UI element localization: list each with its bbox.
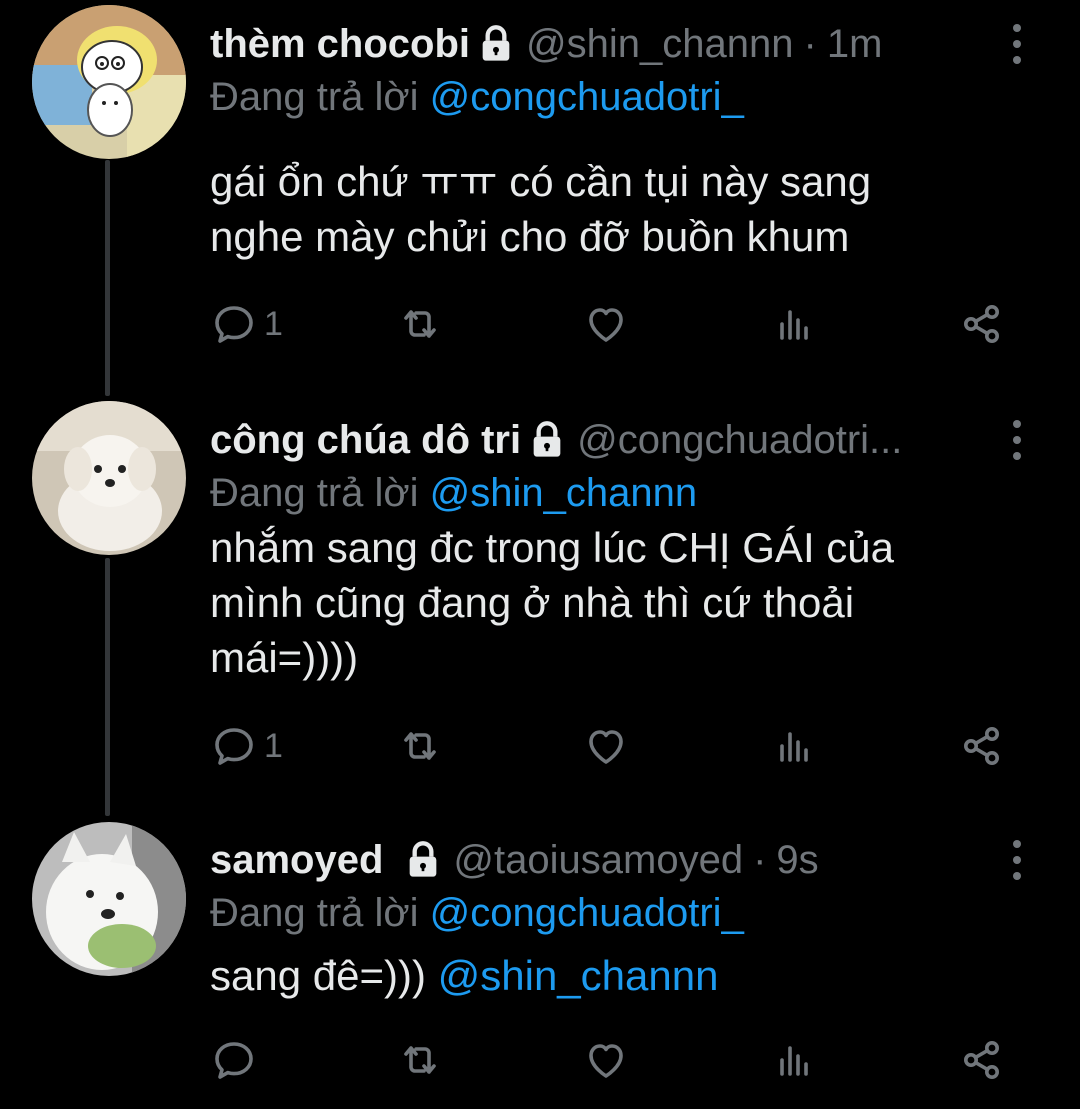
tweet-header: samoyed @taoiusamoyed · 9s — [210, 834, 819, 886]
tweet-header: công chúa dô tri @congchuadotri... — [210, 414, 902, 466]
tweet[interactable]: công chúa dô tri @congchuadotri... Đang … — [0, 396, 1080, 816]
lock-icon — [527, 420, 567, 460]
more-icon[interactable] — [1005, 22, 1029, 66]
separator-dot: · — [753, 838, 767, 882]
lock-icon — [403, 840, 443, 880]
like-button[interactable] — [582, 294, 630, 354]
display-name[interactable]: công chúa dô tri — [210, 414, 521, 466]
like-button[interactable] — [582, 716, 630, 776]
reply-to-mention[interactable]: @shin_channn — [430, 471, 697, 515]
share-icon — [958, 300, 1006, 348]
reply-icon — [210, 1036, 258, 1084]
like-icon — [582, 1036, 630, 1084]
reply-to-mention[interactable]: @congchuadotri_ — [430, 891, 744, 935]
share-button[interactable] — [958, 294, 1006, 354]
reply-icon — [210, 300, 258, 348]
action-bar: 1 — [210, 716, 1010, 776]
retweet-button[interactable] — [396, 294, 444, 354]
tweet-text-line: mái=)))) — [210, 634, 359, 681]
tweet-text: sang đê=))) @shin_channn — [210, 948, 1030, 1003]
handle[interactable]: @shin_channn — [526, 18, 793, 70]
action-bar — [210, 1030, 1010, 1090]
reply-count: 1 — [264, 304, 283, 343]
views-button[interactable] — [770, 1030, 818, 1090]
retweet-button[interactable] — [396, 1030, 444, 1090]
views-icon — [770, 1036, 818, 1084]
tweet-text-content: sang đê=))) — [210, 952, 426, 999]
reply-icon — [210, 722, 258, 770]
retweet-icon — [396, 722, 444, 770]
reply-context: Đang trả lời @shin_channn — [210, 467, 697, 519]
tweet-text-line: mình cũng đang ở nhà thì cứ thoải — [210, 579, 855, 626]
avatar[interactable] — [32, 401, 186, 555]
reply-to-mention[interactable]: @congchuadotri_ — [430, 75, 744, 119]
views-button[interactable] — [770, 294, 818, 354]
tweet-text-line: gái ổn chứ ㅠㅠ có cần tụi này sang — [210, 158, 872, 205]
tweet-header: thèm chocobi @shin_channn · 1m — [210, 18, 882, 70]
share-button[interactable] — [958, 1030, 1006, 1090]
share-button[interactable] — [958, 716, 1006, 776]
tweet-text-line: nhắm sang đc trong lúc CHỊ GÁI của — [210, 524, 894, 571]
like-button[interactable] — [582, 1030, 630, 1090]
views-icon — [770, 300, 818, 348]
timestamp[interactable]: 9s — [776, 834, 818, 886]
action-bar: 1 — [210, 294, 1010, 354]
body-mention[interactable]: @shin_channn — [438, 952, 719, 999]
retweet-icon — [396, 300, 444, 348]
more-icon[interactable] — [1005, 418, 1029, 462]
timestamp[interactable]: 1m — [827, 18, 883, 70]
tweet-text-line: sang đê=))) @shin_channn — [210, 948, 1030, 1003]
like-icon — [582, 722, 630, 770]
display-name[interactable]: samoyed — [210, 834, 383, 886]
reply-button[interactable]: 1 — [210, 294, 283, 354]
display-name[interactable]: thèm chocobi — [210, 18, 470, 70]
tweet-text: gái ổn chứ ㅠㅠ có cần tụi này sang nghe m… — [210, 154, 1030, 264]
lock-icon — [476, 24, 516, 64]
handle[interactable]: @congchuadotri... — [577, 414, 902, 466]
reply-button[interactable] — [210, 1030, 264, 1090]
more-icon[interactable] — [1005, 838, 1029, 882]
reply-prefix: Đang trả lời — [210, 75, 419, 119]
avatar[interactable] — [32, 822, 186, 976]
share-icon — [958, 1036, 1006, 1084]
reply-context: Đang trả lời @congchuadotri_ — [210, 71, 744, 123]
views-icon — [770, 722, 818, 770]
views-button[interactable] — [770, 716, 818, 776]
tweet-text: nhắm sang đc trong lúc CHỊ GÁI của mình … — [210, 520, 1030, 685]
reply-context: Đang trả lời @congchuadotri_ — [210, 887, 744, 939]
retweet-icon — [396, 1036, 444, 1084]
tweet[interactable]: samoyed @taoiusamoyed · 9s Đang trả lời … — [0, 816, 1080, 1109]
tweet[interactable]: thèm chocobi @shin_channn · 1m Đang trả … — [0, 0, 1080, 396]
share-icon — [958, 722, 1006, 770]
reply-button[interactable]: 1 — [210, 716, 283, 776]
avatar[interactable] — [32, 5, 186, 159]
reply-count: 1 — [264, 726, 283, 765]
retweet-button[interactable] — [396, 716, 444, 776]
reply-prefix: Đang trả lời — [210, 891, 419, 935]
reply-prefix: Đang trả lời — [210, 471, 419, 515]
tweet-text-line: nghe mày chửi cho đỡ buồn khum — [210, 213, 850, 260]
handle[interactable]: @taoiusamoyed — [453, 834, 743, 886]
separator-dot: · — [803, 22, 817, 66]
like-icon — [582, 300, 630, 348]
